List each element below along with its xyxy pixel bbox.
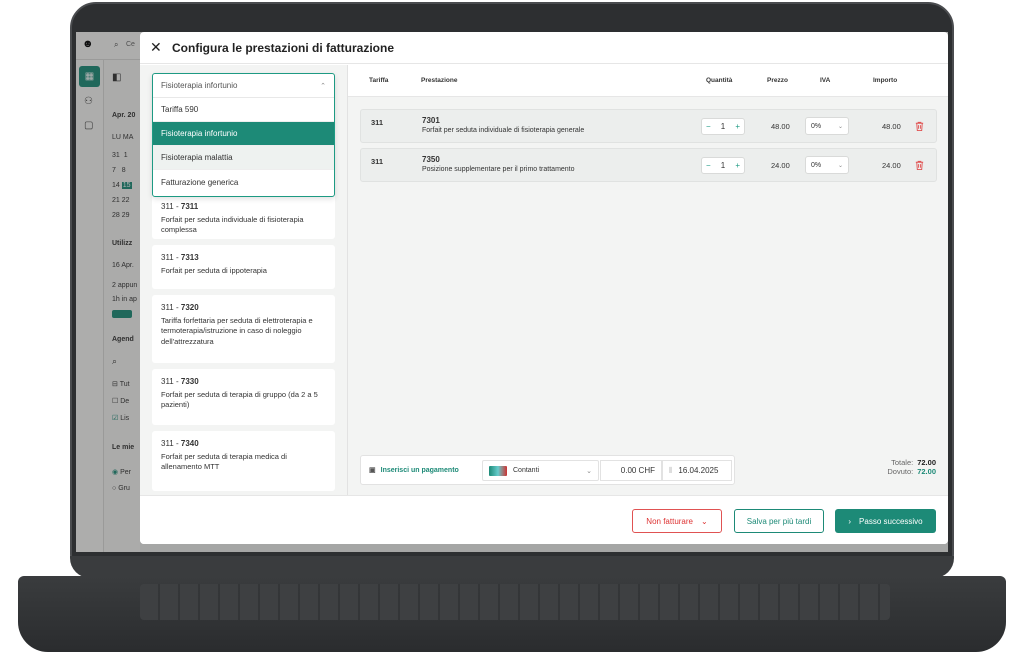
modal-header: ✕ Configura le prestazioni di fatturazio… <box>140 32 948 64</box>
service-code: 311 - 7311 <box>161 202 199 211</box>
plus-icon[interactable]: + <box>735 161 740 170</box>
row-amount: 48.00 <box>882 122 901 131</box>
trash-icon[interactable] <box>914 159 925 171</box>
laptop-keyboard <box>140 584 890 620</box>
row-description: Forfait per seduta individuale di fisiot… <box>422 127 585 134</box>
chevron-right-icon: › <box>848 516 852 526</box>
payment-method-value: Contanti <box>513 467 540 474</box>
service-code: 311 - 7313 <box>161 253 199 262</box>
service-code: 311 - 7320 <box>161 303 199 312</box>
header-tariff: Tariffa <box>369 77 389 84</box>
header-amount: Importo <box>873 77 898 84</box>
close-icon[interactable]: ✕ <box>150 39 168 56</box>
payment-date-field[interactable]: ⫴ 16.04.2025 <box>662 460 732 481</box>
payment-bar: ▣ Inserisci un pagamento Contanti ⌄ 0.00… <box>360 455 735 485</box>
table-header: Tariffa Prestazione Quantità Prezzo IVA … <box>348 65 948 97</box>
tariff-dropdown[interactable]: Fisioterapia infortunio ⌃ Tariffa 590 Fi… <box>152 73 335 197</box>
no-invoice-button[interactable]: Non fatturare ⌄ <box>632 509 722 533</box>
row-code: 7301 <box>422 116 440 125</box>
plus-icon[interactable]: + <box>735 122 740 131</box>
quantity-value[interactable]: 1 <box>721 122 725 131</box>
vat-select[interactable]: 0% ⌄ <box>805 117 849 135</box>
screen: ☻ ⌕ Ce ▦ ⚇ ▢ ◧ Apr. 20 LU MA 31 1 7 8 14… <box>76 32 948 552</box>
payment-method-select[interactable]: Contanti ⌄ <box>482 460 599 481</box>
row-tariff: 311 <box>371 157 384 166</box>
no-invoice-label: Non fatturare <box>646 516 693 526</box>
chevron-up-icon: ⌃ <box>320 82 326 90</box>
service-card[interactable]: 311 - 7330 Forfait per seduta di terapia… <box>152 369 335 425</box>
service-description: Forfait per seduta individuale di fisiot… <box>161 214 304 235</box>
save-later-label: Salva per più tardi <box>746 516 812 526</box>
payment-date-value: 16.04.2025 <box>678 466 719 475</box>
total-line: Totale: 72.00 <box>891 458 936 467</box>
row-description: Posizione supplementare per il primo tra… <box>422 166 575 173</box>
chevron-down-icon: ⌄ <box>837 162 843 169</box>
payment-icon: ▣ <box>369 467 376 474</box>
chevron-down-icon: ⌄ <box>586 467 592 475</box>
modal-title: Configura le prestazioni di fatturazione <box>172 40 395 55</box>
minus-icon[interactable]: − <box>706 122 711 131</box>
row-price: 48.00 <box>771 122 790 131</box>
quantity-value[interactable]: 1 <box>721 161 725 170</box>
service-catalog-panel: Fisioterapia infortunio ⌃ Tariffa 590 Fi… <box>140 65 347 495</box>
service-code: 311 - 7340 <box>161 439 199 448</box>
row-amount: 24.00 <box>882 161 901 170</box>
service-card[interactable]: 311 - 7340 Forfait per seduta di terapia… <box>152 431 335 491</box>
vat-value: 0% <box>811 161 822 169</box>
service-card[interactable]: 311 - 7320 Tariffa forfettaria per sedut… <box>152 295 335 363</box>
trash-icon[interactable] <box>914 120 925 132</box>
totals: Totale: 72.00 Dovuto: 72.00 <box>887 458 936 476</box>
vat-select[interactable]: 0% ⌄ <box>805 156 849 174</box>
laptop-hinge <box>70 556 954 578</box>
dropdown-current[interactable]: Fisioterapia infortunio ⌃ <box>153 74 334 98</box>
header-service: Prestazione <box>421 77 458 84</box>
payment-amount-field[interactable]: 0.00 CHF <box>600 460 662 481</box>
modal-footer: Non fatturare ⌄ Salva per più tardi › Pa… <box>140 495 948 544</box>
dropdown-selected-value: Fisioterapia infortunio <box>161 81 238 90</box>
quantity-stepper[interactable]: − 1 + <box>701 118 745 135</box>
cash-icon <box>489 465 507 476</box>
chevron-down-icon: ⌄ <box>701 516 708 526</box>
table-row: 311 7301 Forfait per seduta individuale … <box>360 109 937 143</box>
service-description: Forfait per seduta di terapia medica di … <box>161 451 287 472</box>
header-quantity: Quantità <box>706 77 733 84</box>
dropdown-option[interactable]: Tariffa 590 <box>153 98 334 122</box>
date-separator-icon: ⫴ <box>669 465 673 475</box>
service-description: Forfait per seduta di terapia di gruppo … <box>161 389 318 410</box>
selected-services-panel: Tariffa Prestazione Quantità Prezzo IVA … <box>347 65 948 495</box>
insert-payment-button[interactable]: ▣ Inserisci un pagamento <box>369 466 459 475</box>
next-step-label: Passo successivo <box>859 516 923 526</box>
save-later-button[interactable]: Salva per più tardi <box>734 509 824 533</box>
quantity-stepper[interactable]: − 1 + <box>701 157 745 174</box>
minus-icon[interactable]: − <box>706 161 711 170</box>
next-step-button[interactable]: › Passo successivo <box>835 509 936 533</box>
service-description: Tariffa forfettaria per seduta di elettr… <box>161 315 313 347</box>
row-code: 7350 <box>422 155 440 164</box>
billing-modal: ✕ Configura le prestazioni di fatturazio… <box>140 32 948 544</box>
service-description: Forfait per seduta di ippoterapia <box>161 265 267 275</box>
chevron-down-icon: ⌄ <box>837 123 843 130</box>
dropdown-option[interactable]: Fatturazione generica <box>153 170 334 194</box>
header-vat: IVA <box>820 77 831 84</box>
header-price: Prezzo <box>767 77 788 84</box>
vat-value: 0% <box>811 122 822 130</box>
dropdown-option[interactable]: Fisioterapia malattia <box>153 146 334 170</box>
row-price: 24.00 <box>771 161 790 170</box>
due-line: Dovuto: 72.00 <box>887 467 936 476</box>
service-code: 311 - 7330 <box>161 377 199 386</box>
insert-payment-label: Inserisci un pagamento <box>380 466 459 474</box>
service-card[interactable]: 311 - 7313 Forfait per seduta di ippoter… <box>152 245 335 289</box>
row-tariff: 311 <box>371 118 384 127</box>
dropdown-option[interactable]: Fisioterapia infortunio <box>153 122 334 146</box>
table-row: 311 7350 Posizione supplementare per il … <box>360 148 937 182</box>
